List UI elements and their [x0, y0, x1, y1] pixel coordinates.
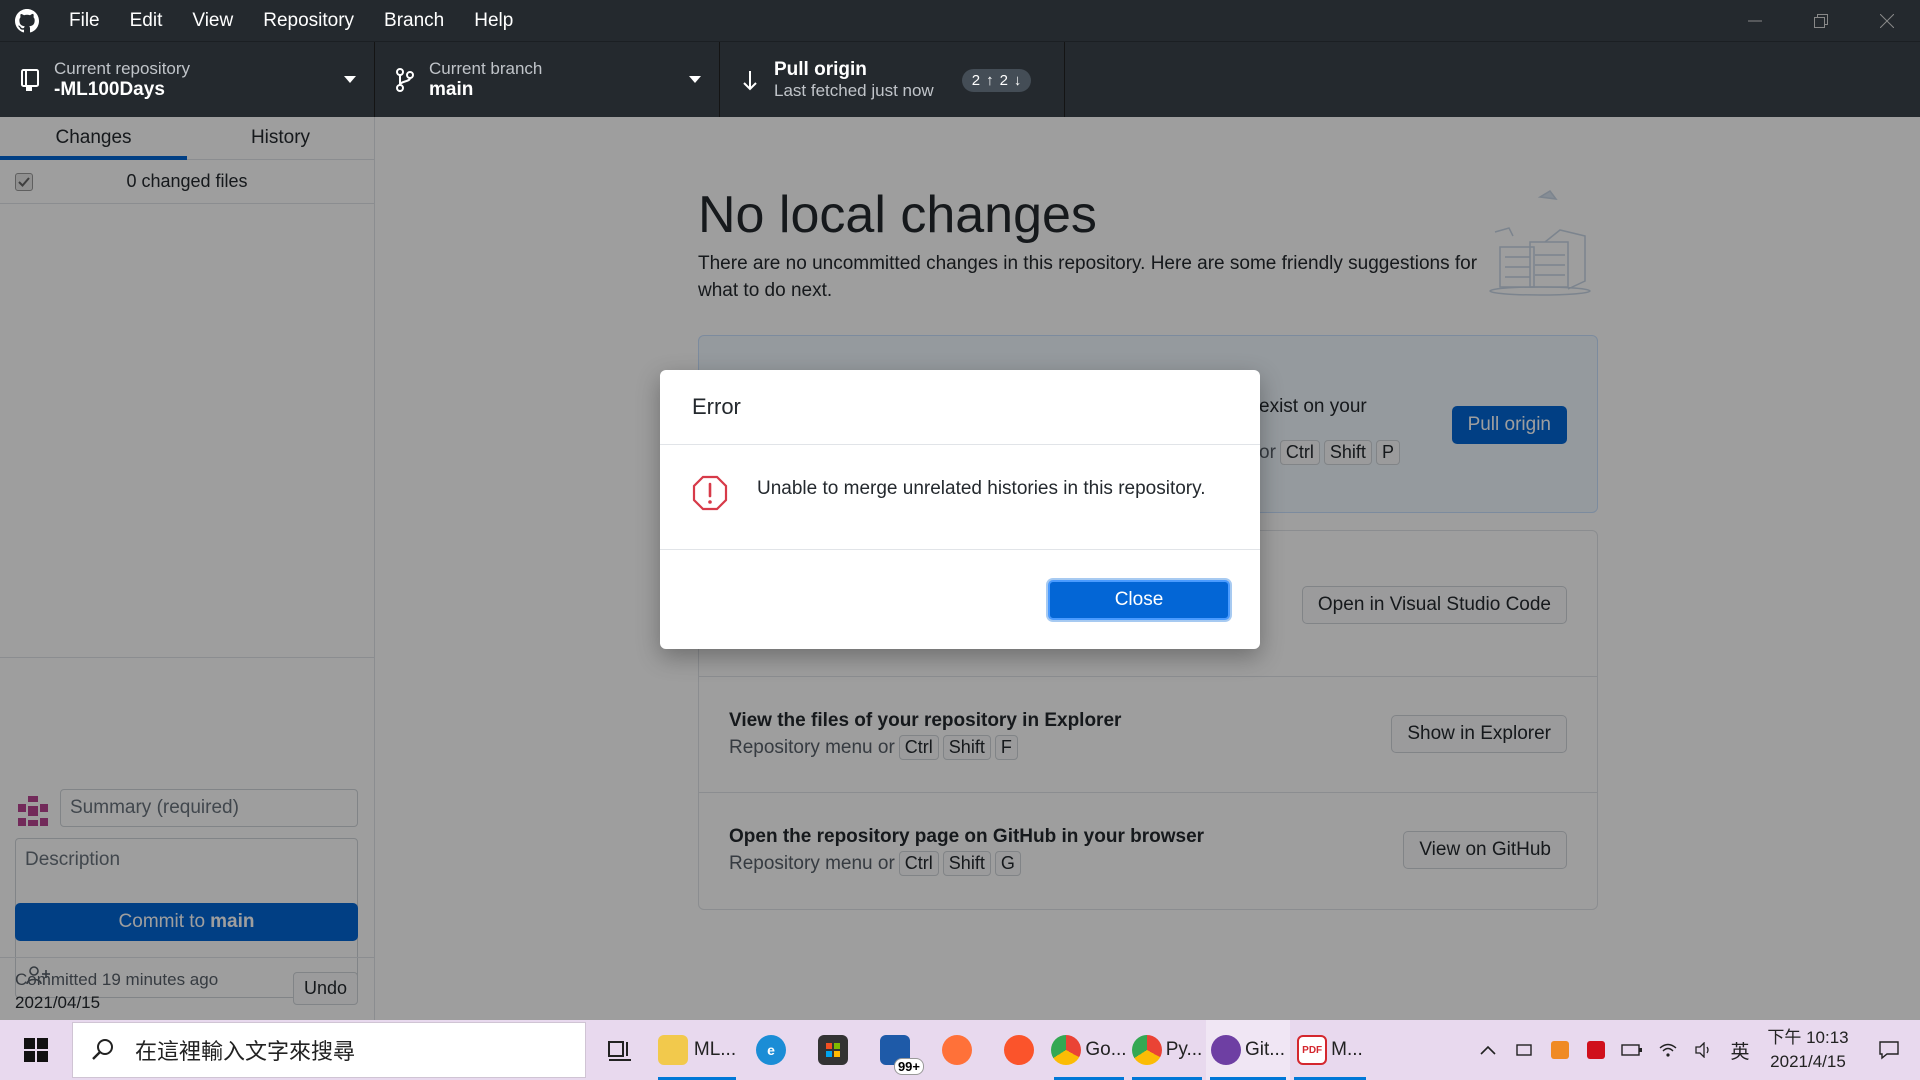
- volume-icon[interactable]: [1686, 1042, 1722, 1058]
- error-dialog: Error Unable to merge unrelated historie…: [660, 370, 1260, 649]
- branch-icon: [391, 68, 419, 92]
- current-branch-button[interactable]: Current branch main: [375, 42, 720, 118]
- taskbar-app-brave[interactable]: [988, 1020, 1050, 1080]
- menu-edit[interactable]: Edit: [115, 0, 178, 41]
- taskbar-app-store[interactable]: [802, 1020, 864, 1080]
- search-placeholder: 在這裡輸入文字來搜尋: [135, 1039, 356, 1064]
- notification-center-button[interactable]: [1858, 1040, 1920, 1060]
- arrow-up-icon: ↑: [986, 71, 994, 89]
- edge-icon: e: [756, 1035, 786, 1065]
- taskbar-app-chrome-2[interactable]: Py...: [1128, 1020, 1206, 1080]
- pdf-icon: PDF: [1297, 1035, 1328, 1065]
- taskbar-app-firefox[interactable]: [926, 1020, 988, 1080]
- windows-logo-icon: [24, 1038, 48, 1062]
- brave-icon: [1004, 1035, 1034, 1065]
- pull-label: Pull origin: [774, 59, 867, 80]
- taskbar-app-pdf[interactable]: PDF M...: [1290, 1020, 1370, 1080]
- current-repository-button[interactable]: Current repository -ML100Days: [0, 42, 375, 118]
- toolbar: Current repository -ML100Days Current br…: [0, 41, 1920, 118]
- chevron-down-icon: [689, 76, 701, 83]
- github-desktop-icon: [1210, 1035, 1241, 1065]
- repo-name: -ML100Days: [54, 79, 165, 100]
- chevron-up-icon[interactable]: [1470, 1045, 1506, 1055]
- arrow-down-small-icon: ↓: [1013, 71, 1022, 89]
- dialog-title: Error: [660, 370, 1260, 445]
- store-icon: [818, 1035, 848, 1065]
- windows-taskbar: 在這裡輸入文字來搜尋 ML... e 99+ Go... Py... Git..…: [0, 1020, 1920, 1080]
- taskbar-app-edge[interactable]: e: [740, 1020, 802, 1080]
- arrow-down-icon: [736, 69, 764, 91]
- ahead-count: 2: [971, 71, 981, 89]
- error-icon: [692, 475, 728, 511]
- behind-count: 2: [999, 71, 1008, 89]
- task-view-icon: [608, 1041, 631, 1061]
- close-button[interactable]: Close: [1048, 580, 1230, 620]
- menu-repository[interactable]: Repository: [248, 0, 369, 41]
- title-bar: File Edit View Repository Branch Help: [0, 0, 1920, 41]
- task-view-button[interactable]: [586, 1020, 654, 1080]
- taskbar-app-label: Git...: [1244, 1039, 1286, 1060]
- taskbar-search-input[interactable]: 在這裡輸入文字來搜尋: [72, 1022, 586, 1078]
- close-window-button[interactable]: [1854, 0, 1920, 41]
- repo-label: Current repository: [54, 59, 191, 78]
- firefox-icon: [942, 1035, 972, 1065]
- meet-now-icon[interactable]: [1506, 1041, 1542, 1059]
- taskbar-app-label: Py...: [1165, 1039, 1203, 1060]
- taskbar-app-label: Go...: [1085, 1039, 1127, 1060]
- taskbar-app-file-explorer[interactable]: ML...: [654, 1020, 740, 1080]
- folder-icon: [657, 1035, 688, 1065]
- ime-indicator[interactable]: 英: [1722, 1037, 1758, 1064]
- taskbar-app-label: M...: [1331, 1039, 1363, 1060]
- menu-branch[interactable]: Branch: [369, 0, 459, 41]
- start-button[interactable]: [0, 1020, 72, 1080]
- battery-icon[interactable]: [1614, 1043, 1650, 1057]
- taskbar-app-mail[interactable]: 99+: [864, 1020, 926, 1080]
- menu-file[interactable]: File: [54, 0, 115, 41]
- dialog-footer: Close: [660, 550, 1260, 648]
- minimize-button[interactable]: [1722, 0, 1788, 41]
- branch-label: Current branch: [429, 59, 543, 78]
- menu-help[interactable]: Help: [459, 0, 528, 41]
- pull-origin-button[interactable]: Pull origin Last fetched just now 2 ↑ 2 ↓: [720, 42, 1065, 118]
- branch-name: main: [429, 79, 474, 100]
- taskbar-app-github-desktop[interactable]: Git...: [1206, 1020, 1290, 1080]
- minimize-icon: [1748, 20, 1762, 21]
- repo-icon: [16, 69, 44, 91]
- restore-icon: [1814, 13, 1828, 28]
- chrome-icon: [1051, 1035, 1082, 1065]
- taskbar-app-label: ML...: [693, 1039, 737, 1060]
- github-logo-icon: [0, 0, 54, 41]
- system-tray: 英 下午 10:13 2021/4/15: [1470, 1020, 1920, 1080]
- taskbar-app-chrome-1[interactable]: Go...: [1050, 1020, 1128, 1080]
- last-fetched: Last fetched just now: [774, 81, 934, 100]
- app-tray-icon[interactable]: [1542, 1041, 1578, 1059]
- wifi-icon[interactable]: [1650, 1042, 1686, 1058]
- dialog-message: Unable to merge unrelated histories in t…: [757, 478, 1206, 499]
- taskbar-clock[interactable]: 下午 10:13 2021/4/15: [1758, 1026, 1858, 1074]
- dropbox-tray-icon[interactable]: [1578, 1041, 1614, 1059]
- mail-badge: 99+: [893, 1058, 924, 1075]
- clock-time: 下午 10:13: [1767, 1028, 1849, 1047]
- close-icon: [1880, 13, 1894, 28]
- dialog-body: Unable to merge unrelated histories in t…: [660, 445, 1260, 550]
- search-icon: [92, 1039, 113, 1060]
- mail-icon: 99+: [880, 1035, 924, 1075]
- restore-button[interactable]: [1788, 0, 1854, 41]
- chevron-down-icon: [344, 76, 356, 83]
- clock-date: 2021/4/15: [1770, 1052, 1846, 1071]
- ahead-behind-badge: 2 ↑ 2 ↓: [961, 68, 1032, 92]
- chrome-icon: [1131, 1035, 1162, 1065]
- notification-icon: [1879, 1041, 1899, 1060]
- menu-view[interactable]: View: [177, 0, 248, 41]
